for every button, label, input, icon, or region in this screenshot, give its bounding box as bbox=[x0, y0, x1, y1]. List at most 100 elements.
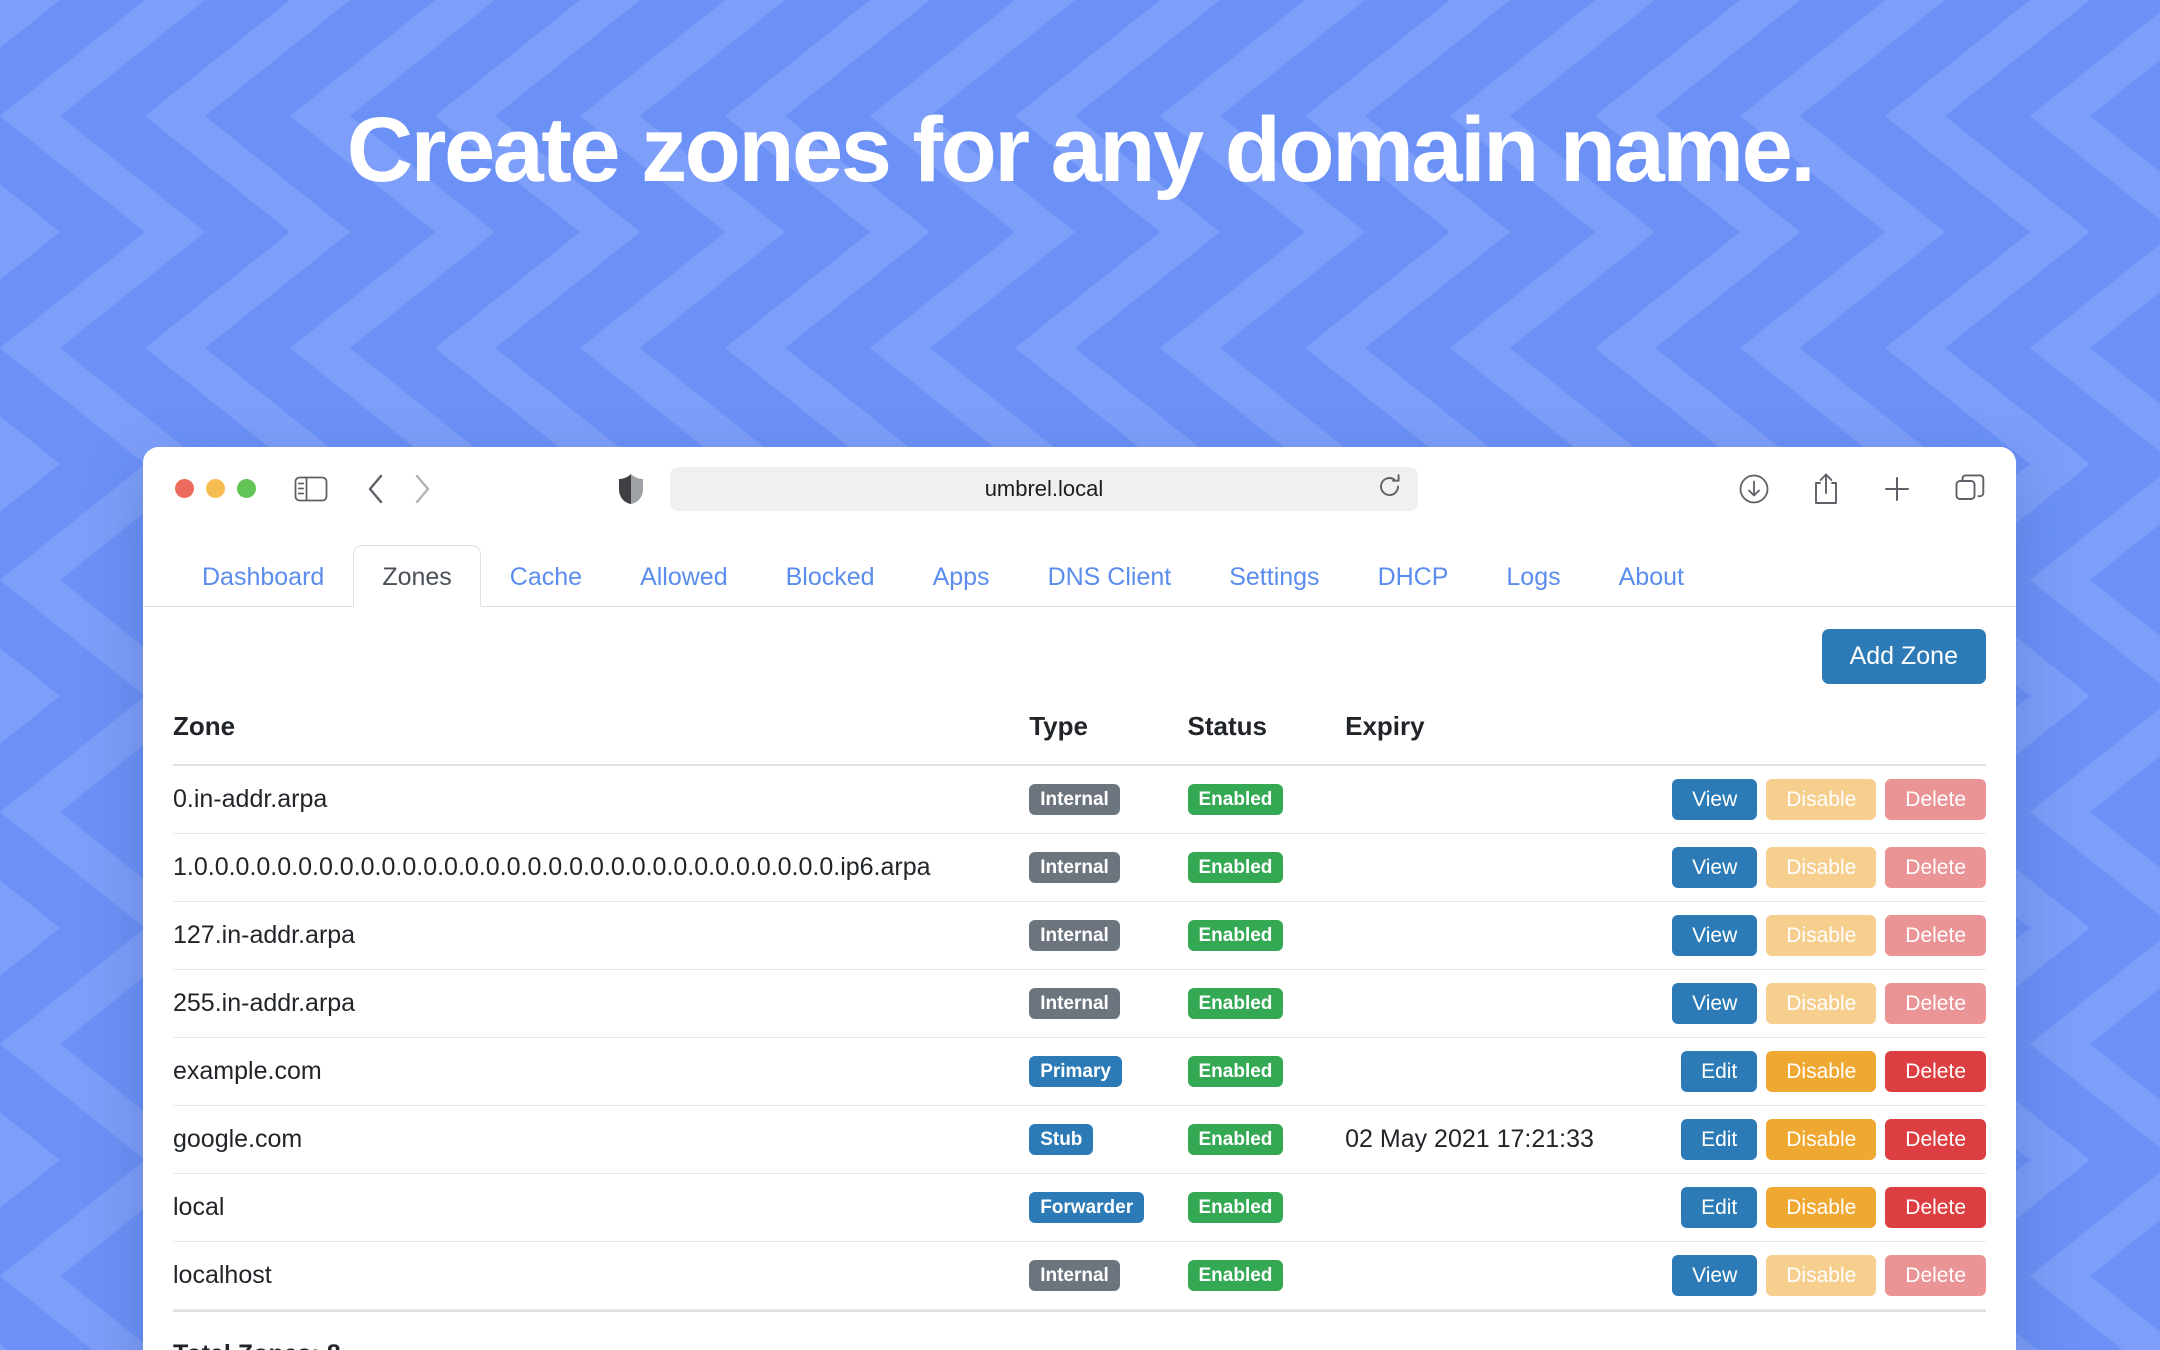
cell-zone-name: google.com bbox=[173, 1105, 1029, 1173]
cell-zone-name: 0.in-addr.arpa bbox=[173, 765, 1029, 833]
edit-zone-button[interactable]: Edit bbox=[1681, 1051, 1757, 1092]
cell-zone-actions: EditDisableDelete bbox=[1672, 1105, 1986, 1173]
table-row: 0.in-addr.arpaInternalEnabledViewDisable… bbox=[173, 765, 1986, 833]
disable-zone-button[interactable]: Disable bbox=[1766, 983, 1876, 1024]
add-zone-button[interactable]: Add Zone bbox=[1822, 629, 1986, 684]
cell-zone-type: Internal bbox=[1029, 1241, 1187, 1309]
cell-zone-type: Stub bbox=[1029, 1105, 1187, 1173]
delete-zone-button[interactable]: Delete bbox=[1885, 1187, 1986, 1228]
tab-about[interactable]: About bbox=[1590, 545, 1713, 607]
disable-zone-button[interactable]: Disable bbox=[1766, 1119, 1876, 1160]
cell-zone-actions: ViewDisableDelete bbox=[1672, 969, 1986, 1037]
action-button-group: ViewDisableDelete bbox=[1672, 983, 1986, 1024]
tab-overview-icon[interactable] bbox=[1954, 473, 1986, 505]
cell-zone-status: Enabled bbox=[1188, 1037, 1346, 1105]
edit-zone-button[interactable]: Edit bbox=[1681, 1187, 1757, 1228]
column-header-expiry: Expiry bbox=[1345, 705, 1672, 765]
delete-zone-button[interactable]: Delete bbox=[1885, 1051, 1986, 1092]
disable-zone-button[interactable]: Disable bbox=[1766, 779, 1876, 820]
reload-icon[interactable] bbox=[1378, 473, 1402, 504]
privacy-shield-icon[interactable] bbox=[618, 473, 644, 505]
disable-zone-button[interactable]: Disable bbox=[1766, 915, 1876, 956]
tab-dhcp[interactable]: DHCP bbox=[1349, 545, 1478, 607]
cell-zone-actions: EditDisableDelete bbox=[1672, 1037, 1986, 1105]
status-badge: Enabled bbox=[1188, 1260, 1284, 1291]
cell-zone-type: Forwarder bbox=[1029, 1173, 1187, 1241]
delete-zone-button[interactable]: Delete bbox=[1885, 1119, 1986, 1160]
share-icon[interactable] bbox=[1812, 472, 1840, 506]
zoom-window-button[interactable] bbox=[237, 479, 256, 498]
url-bar[interactable]: umbrel.local bbox=[670, 467, 1418, 511]
status-badge: Enabled bbox=[1188, 1192, 1284, 1223]
downloads-icon[interactable] bbox=[1738, 473, 1770, 505]
delete-zone-button[interactable]: Delete bbox=[1885, 1255, 1986, 1296]
close-window-button[interactable] bbox=[175, 479, 194, 498]
delete-zone-button[interactable]: Delete bbox=[1885, 779, 1986, 820]
tab-blocked[interactable]: Blocked bbox=[757, 545, 904, 607]
tab-zones[interactable]: Zones bbox=[353, 545, 480, 607]
new-tab-plus-icon[interactable] bbox=[1882, 474, 1912, 504]
tab-allowed[interactable]: Allowed bbox=[611, 545, 757, 607]
view-zone-button[interactable]: View bbox=[1672, 847, 1757, 888]
table-row: example.comPrimaryEnabledEditDisableDele… bbox=[173, 1037, 1986, 1105]
view-zone-button[interactable]: View bbox=[1672, 1255, 1757, 1296]
sidebar-toggle-icon[interactable] bbox=[294, 475, 328, 503]
view-zone-button[interactable]: View bbox=[1672, 915, 1757, 956]
disable-zone-button[interactable]: Disable bbox=[1766, 1187, 1876, 1228]
disable-zone-button[interactable]: Disable bbox=[1766, 1255, 1876, 1296]
disable-zone-button[interactable]: Disable bbox=[1766, 1051, 1876, 1092]
status-badge: Enabled bbox=[1188, 1124, 1284, 1155]
view-zone-button[interactable]: View bbox=[1672, 983, 1757, 1024]
zone-name-text: google.com bbox=[173, 1125, 302, 1153]
table-row: 255.in-addr.arpaInternalEnabledViewDisab… bbox=[173, 969, 1986, 1037]
column-header-zone: Zone bbox=[173, 705, 1029, 765]
cell-zone-status: Enabled bbox=[1188, 1241, 1346, 1309]
delete-zone-button[interactable]: Delete bbox=[1885, 847, 1986, 888]
table-row: local ForwarderEnabled EditDisableDelete bbox=[173, 1173, 1986, 1241]
zones-table: Zone Type Status Expiry 0.in-addr.arpaIn… bbox=[173, 705, 1986, 1310]
zone-name-text: localhost bbox=[173, 1261, 272, 1289]
cell-zone-expiry: 02 May 2021 17:21:33 bbox=[1345, 1105, 1672, 1173]
view-zone-button[interactable]: View bbox=[1672, 779, 1757, 820]
chevron-right-icon[interactable] bbox=[412, 473, 432, 505]
zone-name-text: 0.in-addr.arpa bbox=[173, 785, 327, 813]
status-badge: Enabled bbox=[1188, 852, 1284, 883]
status-badge: Enabled bbox=[1188, 1056, 1284, 1087]
tab-cache[interactable]: Cache bbox=[481, 545, 611, 607]
edit-zone-button[interactable]: Edit bbox=[1681, 1119, 1757, 1160]
column-header-status: Status bbox=[1188, 705, 1346, 765]
tab-logs[interactable]: Logs bbox=[1477, 545, 1589, 607]
table-header-row: Zone Type Status Expiry bbox=[173, 705, 1986, 765]
cell-zone-expiry bbox=[1345, 969, 1672, 1037]
cell-zone-status: Enabled bbox=[1188, 1105, 1346, 1173]
zone-name-text: example.com bbox=[173, 1057, 322, 1085]
cell-zone-name: localhost bbox=[173, 1241, 1029, 1309]
tab-dns-client[interactable]: DNS Client bbox=[1019, 545, 1201, 607]
cell-zone-actions: ViewDisableDelete bbox=[1672, 765, 1986, 833]
cell-zone-expiry bbox=[1345, 1173, 1672, 1241]
cell-zone-name: example.com bbox=[173, 1037, 1029, 1105]
cell-zone-actions: ViewDisableDelete bbox=[1672, 901, 1986, 969]
cell-zone-type: Internal bbox=[1029, 833, 1187, 901]
chevron-left-icon[interactable] bbox=[366, 473, 386, 505]
type-badge: Internal bbox=[1029, 852, 1120, 883]
disable-zone-button[interactable]: Disable bbox=[1766, 847, 1876, 888]
app-nav-tabs: DashboardZonesCacheAllowedBlockedAppsDNS… bbox=[143, 530, 2016, 607]
cell-zone-status: Enabled bbox=[1188, 969, 1346, 1037]
zones-table-head: Zone Type Status Expiry bbox=[173, 705, 1986, 765]
minimize-window-button[interactable] bbox=[206, 479, 225, 498]
window-controls bbox=[175, 479, 256, 498]
action-button-group: ViewDisableDelete bbox=[1672, 915, 1986, 956]
delete-zone-button[interactable]: Delete bbox=[1885, 983, 1986, 1024]
tab-apps[interactable]: Apps bbox=[904, 545, 1019, 607]
headline-text: Create zones for any domain name. bbox=[347, 104, 1814, 196]
delete-zone-button[interactable]: Delete bbox=[1885, 915, 1986, 956]
browser-toolbar: umbrel.local bbox=[143, 447, 2016, 530]
tab-dashboard[interactable]: Dashboard bbox=[173, 545, 353, 607]
cell-zone-actions: EditDisableDelete bbox=[1672, 1173, 1986, 1241]
cell-zone-type: Internal bbox=[1029, 901, 1187, 969]
tab-settings[interactable]: Settings bbox=[1200, 545, 1348, 607]
marketing-headline: Create zones for any domain name. bbox=[0, 0, 2160, 300]
table-row: 127.in-addr.arpaInternalEnabledViewDisab… bbox=[173, 901, 1986, 969]
zone-name-text: local bbox=[173, 1193, 224, 1221]
